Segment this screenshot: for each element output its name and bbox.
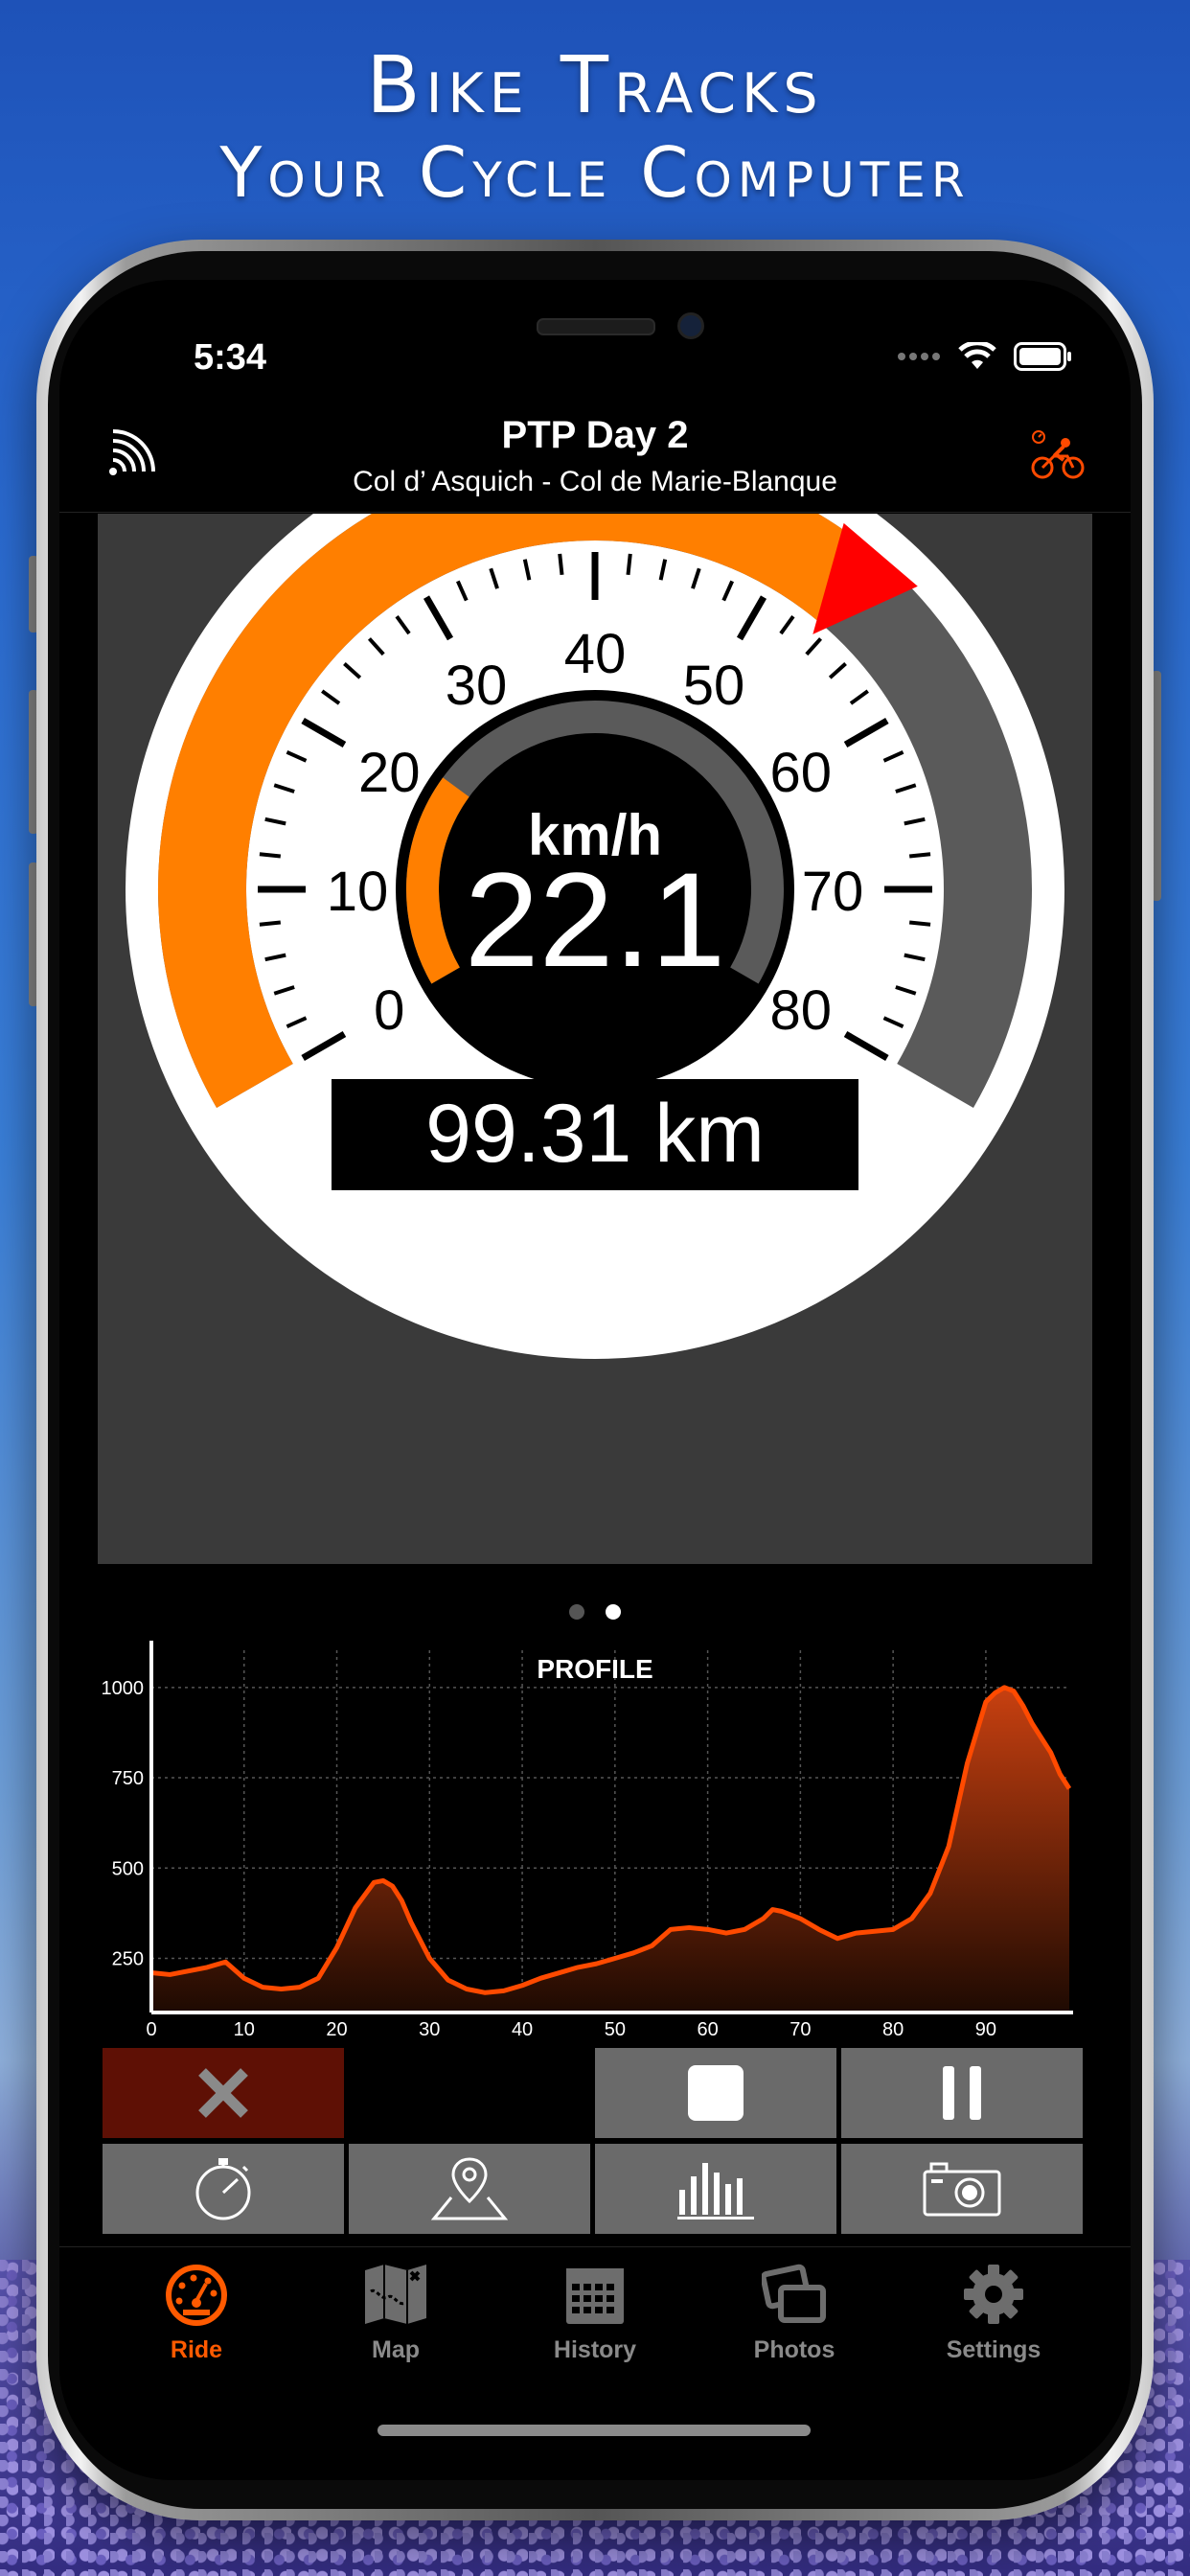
x-tick-label: 70 <box>790 2019 811 2036</box>
pause-icon <box>943 2066 981 2120</box>
speedometer-panel[interactable]: 0 10 20 30 40 50 60 70 80 km/h 22.1 99.31 km <box>98 420 1092 1564</box>
distance-value: 99.31 km <box>425 1088 765 1180</box>
page-dot-1[interactable] <box>569 1604 584 1620</box>
x-tick-label: 90 <box>975 2019 996 2036</box>
pause-button[interactable] <box>841 2048 1083 2138</box>
tab-map[interactable]: Map <box>319 2263 472 2364</box>
x-tick-label: 20 <box>326 2019 347 2036</box>
timer-button[interactable] <box>103 2144 344 2234</box>
camera-button[interactable] <box>841 2144 1083 2234</box>
profile-title: PROFILE <box>537 1654 653 1684</box>
bar-graph-icon <box>677 2163 754 2220</box>
nav-bar: PTP Day 2 Col d’ Asquich - Col de Marie-… <box>59 395 1131 513</box>
tab-bar: Ride Map History Photos Settings <box>59 2246 1131 2391</box>
tab-map-label: Map <box>372 2336 420 2363</box>
page-dot-2[interactable] <box>606 1604 621 1620</box>
page-subtitle: Col d’ Asquich - Col de Marie-Blanque <box>353 466 837 497</box>
tab-history[interactable]: History <box>518 2263 672 2364</box>
map-pin-icon <box>430 2157 509 2220</box>
tab-history-label: History <box>553 2336 637 2363</box>
speedometer-gauge: 01020304050607080km/h22.199.31 km <box>126 420 1064 1359</box>
stats-button[interactable] <box>595 2144 836 2234</box>
gauge-minor-tick <box>908 920 931 927</box>
stop-button[interactable] <box>595 2048 836 2138</box>
gauge-scale-label: 60 <box>770 742 833 804</box>
tab-settings-label: Settings <box>946 2336 1041 2363</box>
profile-area <box>151 1687 1069 2012</box>
x-tick-label: 30 <box>419 2019 440 2036</box>
speedometer-icon <box>166 2265 227 2326</box>
tab-ride[interactable]: Ride <box>120 2263 273 2364</box>
stopwatch-icon <box>195 2158 251 2220</box>
status-time: 5:34 <box>194 337 267 378</box>
stop-square-icon <box>688 2065 744 2121</box>
y-tick-label: 500 <box>112 1858 144 1879</box>
status-icons <box>897 339 1073 374</box>
home-indicator[interactable] <box>378 2425 811 2436</box>
gauge-scale-label: 0 <box>374 979 404 1042</box>
x-icon <box>198 2068 248 2118</box>
gauge-scale-label: 10 <box>327 861 389 923</box>
gauge-scale-label: 30 <box>446 655 508 717</box>
gear-icon <box>964 2265 1023 2324</box>
gauge-scale-label: 50 <box>683 655 745 717</box>
camera-icon <box>923 2162 1001 2217</box>
gauge-scale-label: 40 <box>564 623 627 685</box>
cyclist-button[interactable] <box>1031 427 1085 486</box>
tab-photos[interactable]: Photos <box>718 2263 871 2364</box>
gauge-scale-label: 70 <box>802 861 864 923</box>
battery-icon <box>1014 342 1071 371</box>
x-tick-label: 40 <box>512 2019 533 2036</box>
page-title: PTP Day 2 <box>501 414 689 456</box>
earpiece <box>537 318 655 335</box>
location-button[interactable] <box>349 2144 590 2234</box>
gauge-scale-label: 20 <box>358 742 421 804</box>
wifi-icon <box>958 342 996 369</box>
x-tick-label: 0 <box>146 2019 156 2036</box>
cyclist-bike-icon <box>1031 430 1085 479</box>
calendar-icon <box>566 2268 624 2324</box>
folded-map-icon <box>365 2265 426 2324</box>
y-tick-label: 250 <box>112 1948 144 1969</box>
discard-button[interactable] <box>103 2048 344 2138</box>
gauge-minor-tick <box>626 553 632 576</box>
gauge-minor-tick <box>908 852 931 859</box>
y-tick-label: 750 <box>112 1768 144 1789</box>
promo-title: Bike Tracks <box>366 40 824 131</box>
app-screen: 5:34 PTP Day 2 Col d’ Asquich - Col de M… <box>59 280 1131 2480</box>
tab-settings[interactable]: Settings <box>917 2263 1070 2364</box>
x-tick-label: 60 <box>697 2019 718 2036</box>
gauge-minor-tick <box>558 553 564 576</box>
x-tick-label: 50 <box>605 2019 626 2036</box>
elevation-profile-panel: PROFILE 0 10 20 30 40 50 60 70 80 90 250 500 750 1000 <box>98 1622 1092 2040</box>
front-camera <box>677 312 704 339</box>
promo-subtitle: Your Cycle Computer <box>219 132 971 213</box>
tab-photos-label: Photos <box>753 2336 835 2363</box>
page-indicator[interactable] <box>59 1604 1131 1620</box>
photos-icon <box>760 2264 826 2323</box>
gauge-minor-tick <box>259 852 282 859</box>
gauge-scale-label: 80 <box>770 979 833 1042</box>
current-speed: 22.1 <box>465 844 725 995</box>
gauge-minor-tick <box>259 920 282 927</box>
signal-dots-icon <box>898 353 940 360</box>
tab-ride-label: Ride <box>170 2336 223 2363</box>
x-tick-label: 80 <box>882 2019 904 2036</box>
x-tick-label: 10 <box>234 2019 255 2036</box>
